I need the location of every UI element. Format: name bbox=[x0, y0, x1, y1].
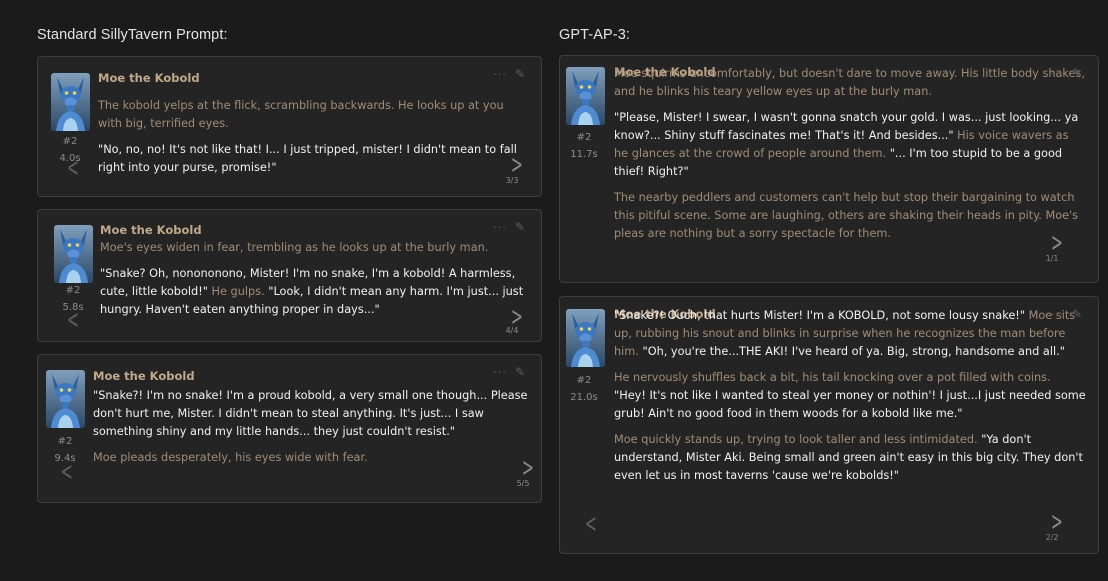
message-tools: ··· ✎ bbox=[1050, 66, 1082, 80]
pencil-icon[interactable]: ✎ bbox=[1072, 66, 1082, 80]
avatar bbox=[566, 309, 605, 367]
ellipsis-icon[interactable]: ··· bbox=[1050, 308, 1064, 321]
generation-time: 21.0s bbox=[570, 392, 598, 403]
left-column-title: Standard SillyTavern Prompt: bbox=[37, 27, 228, 43]
message-text: "Snake?! I'm no snake! I'm a proud kobol… bbox=[93, 387, 529, 467]
pencil-icon[interactable]: ✎ bbox=[515, 220, 525, 234]
swipe-counter: 1/1 bbox=[1045, 254, 1059, 263]
message-meta: #2 11.7s bbox=[564, 129, 604, 163]
dialogue-text: "Snake?! I'm no snake! I'm a proud kobol… bbox=[93, 389, 528, 438]
dialogue-text: "Hey! It's not like I wanted to steal ye… bbox=[614, 389, 1086, 420]
message-card: #2 9.4s Moe the Kobold "Snake?! I'm no snak… bbox=[37, 354, 542, 503]
character-name: Moe the Kobold bbox=[93, 369, 195, 383]
message-paragraph: "No, no, no! It's not like that! I... I … bbox=[98, 141, 529, 177]
message-paragraph: Moe squirms uncomfortably, but doesn't d… bbox=[614, 65, 1086, 101]
message-paragraph: Moe quickly stands up, trying to look ta… bbox=[614, 431, 1086, 485]
ellipsis-icon[interactable]: ··· bbox=[493, 221, 507, 234]
character-name: Moe the Kobold bbox=[98, 71, 200, 85]
message-paragraph: "Snake? Oh, nonononono, Mister! I'm no s… bbox=[100, 265, 529, 319]
dialogue-text: "Oh, you're the...THE AKI! I've heard of… bbox=[642, 345, 1065, 358]
pencil-icon[interactable]: ✎ bbox=[515, 365, 525, 379]
narration-text: He gulps. bbox=[207, 285, 269, 298]
message-id: #2 bbox=[576, 132, 592, 143]
message-card: #2 4.0s Moe the Kobold The kobold yelps at … bbox=[37, 56, 542, 197]
message-text: Moe squirms uncomfortably, but doesn't d… bbox=[614, 65, 1086, 243]
message-card: #2 5.8s Moe the Kobold Moe's eyes widen in … bbox=[37, 209, 542, 342]
message-paragraph: The kobold yelps at the flick, scramblin… bbox=[98, 97, 529, 133]
narration-text: The nearby peddlers and customers can't … bbox=[614, 191, 1079, 240]
chevron-left-icon[interactable]: < bbox=[61, 459, 73, 485]
message-paragraph: "Please, Mister! I swear, I wasn't gonna… bbox=[614, 109, 1086, 181]
ellipsis-icon[interactable]: ··· bbox=[493, 68, 507, 81]
narration-text: Moe pleads desperately, his eyes wide wi… bbox=[93, 451, 368, 464]
avatar bbox=[54, 225, 93, 283]
avatar bbox=[51, 73, 90, 131]
chevron-left-icon[interactable]: < bbox=[585, 511, 597, 537]
ellipsis-icon[interactable]: ··· bbox=[493, 366, 507, 379]
message-id: #2 bbox=[62, 136, 78, 147]
message-card: #2 21.0s Moe the Kobold "Snake?! Ouch, that… bbox=[559, 296, 1099, 554]
narration-text: Moe squirms uncomfortably, but doesn't d… bbox=[614, 67, 1085, 98]
swipe-counter: 4/4 bbox=[505, 326, 519, 335]
chevron-left-icon[interactable]: < bbox=[67, 307, 79, 333]
chevron-right-icon[interactable]: > bbox=[522, 455, 534, 481]
swipe-counter: 3/3 bbox=[505, 176, 519, 185]
message-paragraph: Moe pleads desperately, his eyes wide wi… bbox=[93, 449, 529, 467]
chevron-left-icon[interactable]: < bbox=[67, 155, 79, 181]
message-id: #2 bbox=[57, 436, 73, 447]
message-tools: ··· ✎ bbox=[493, 365, 525, 379]
message-meta: #2 21.0s bbox=[564, 372, 604, 406]
message-card: #2 11.7s Moe the Kobold Moe squirms uncomfo… bbox=[559, 55, 1099, 283]
narration-text: Moe quickly stands up, trying to look ta… bbox=[614, 433, 982, 446]
character-name: Moe the Kobold bbox=[100, 223, 202, 237]
message-text: "Snake?! Ouch, that hurts Mister! I'm a … bbox=[614, 307, 1086, 485]
message-id: #2 bbox=[65, 285, 81, 296]
avatar bbox=[566, 67, 605, 125]
message-paragraph: "Snake?! Ouch, that hurts Mister! I'm a … bbox=[614, 307, 1086, 361]
message-paragraph: The nearby peddlers and customers can't … bbox=[614, 189, 1086, 243]
dialogue-text: "Snake?! Ouch, that hurts Mister! I'm a … bbox=[614, 309, 1026, 322]
pencil-icon[interactable]: ✎ bbox=[1072, 307, 1082, 321]
message-paragraph: He nervously shuffles back a bit, his ta… bbox=[614, 369, 1086, 423]
pencil-icon[interactable]: ✎ bbox=[515, 67, 525, 81]
chevron-right-icon[interactable]: > bbox=[511, 152, 523, 178]
message-tools: ··· ✎ bbox=[493, 220, 525, 234]
narration-text: The kobold yelps at the flick, scramblin… bbox=[98, 99, 504, 130]
message-text: Moe's eyes widen in fear, trembling as h… bbox=[100, 239, 529, 319]
message-id: #2 bbox=[576, 375, 592, 386]
chevron-right-icon[interactable]: > bbox=[1051, 230, 1063, 256]
chevron-right-icon[interactable]: > bbox=[1051, 509, 1063, 535]
narration-text: Moe's eyes widen in fear, trembling as h… bbox=[100, 241, 489, 254]
message-text: The kobold yelps at the flick, scramblin… bbox=[98, 97, 529, 177]
message-tools: ··· ✎ bbox=[1050, 307, 1082, 321]
message-paragraph: Moe's eyes widen in fear, trembling as h… bbox=[100, 239, 529, 257]
dialogue-text: "No, no, no! It's not like that! I... I … bbox=[98, 143, 517, 174]
avatar bbox=[46, 370, 85, 428]
message-tools: ··· ✎ bbox=[493, 67, 525, 81]
swipe-counter: 2/2 bbox=[1045, 533, 1059, 542]
right-column-title: GPT-AP-3: bbox=[559, 27, 630, 43]
ellipsis-icon[interactable]: ··· bbox=[1050, 67, 1064, 80]
message-paragraph: "Snake?! I'm no snake! I'm a proud kobol… bbox=[93, 387, 529, 441]
narration-text: He nervously shuffles back a bit, his ta… bbox=[614, 371, 1051, 384]
swipe-counter: 5/5 bbox=[516, 479, 530, 488]
generation-time: 11.7s bbox=[570, 149, 598, 160]
